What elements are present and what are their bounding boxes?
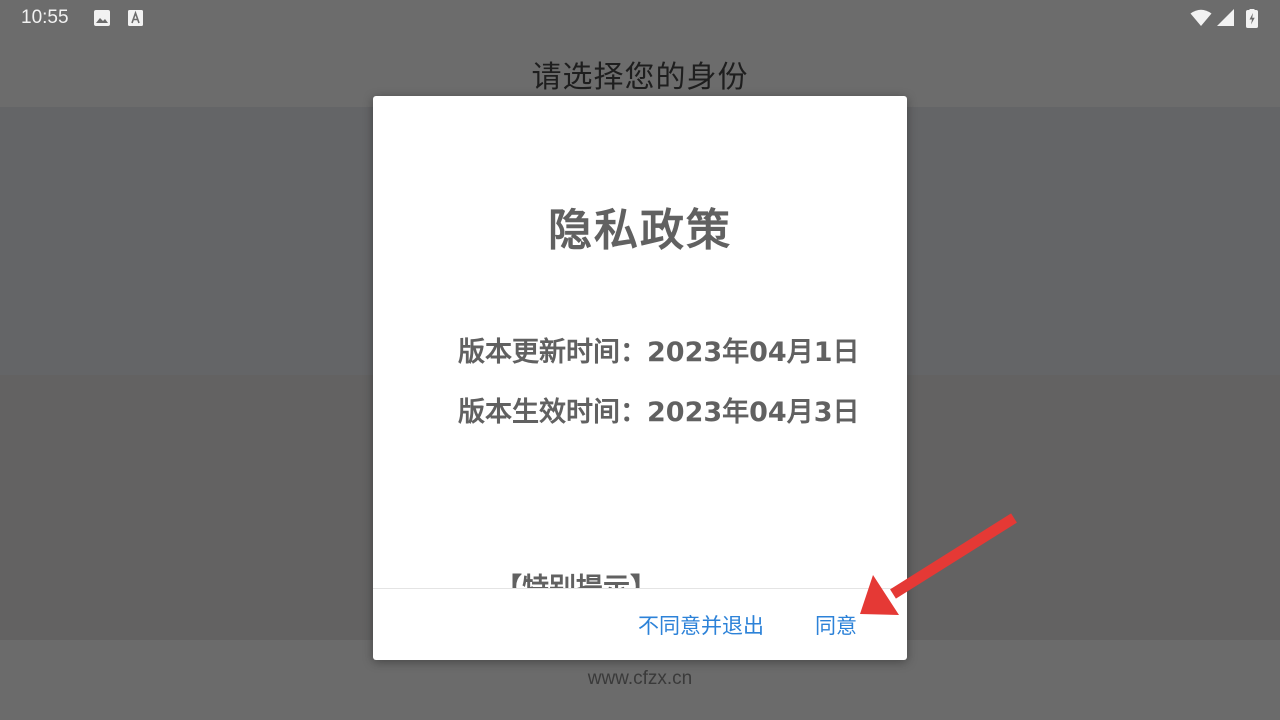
annotation-arrow-icon <box>860 513 1017 615</box>
